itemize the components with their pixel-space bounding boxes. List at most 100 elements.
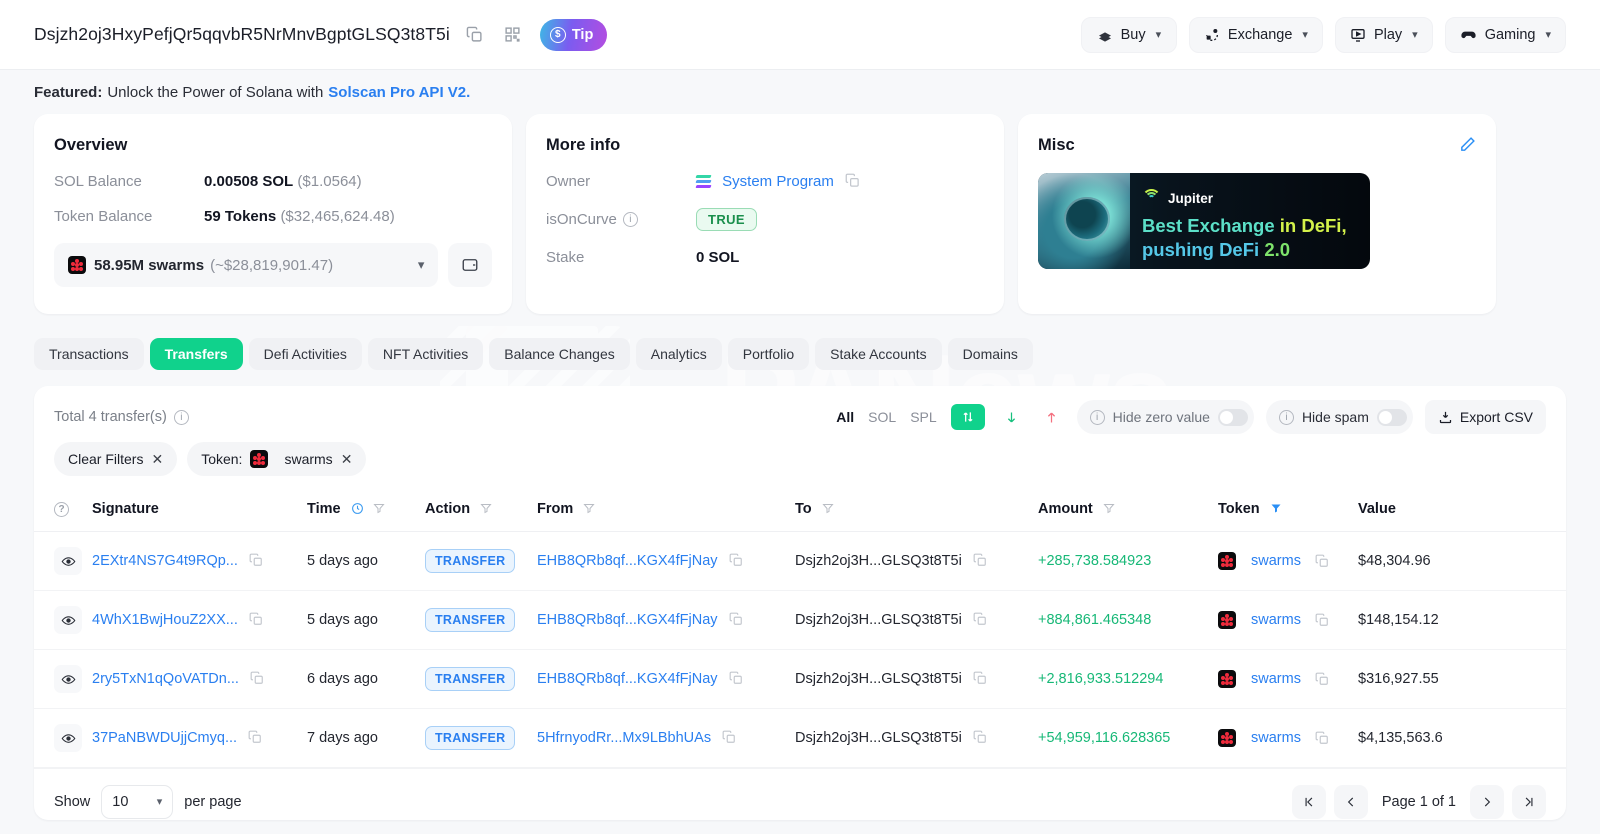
info-icon[interactable]: i: [173, 409, 189, 425]
copy-icon[interactable]: [729, 671, 743, 686]
arrow-down-icon[interactable]: [999, 404, 1025, 430]
row-value: $148,154.12: [1358, 590, 1566, 650]
copy-icon[interactable]: [1315, 613, 1329, 628]
wallet-button[interactable]: [448, 243, 492, 287]
copy-icon[interactable]: [248, 730, 262, 745]
signature-link[interactable]: 2EXtr4NS7G4t9RQp...: [92, 553, 238, 569]
copy-icon[interactable]: [250, 671, 264, 686]
tab-analytics[interactable]: Analytics: [635, 338, 722, 370]
copy-icon[interactable]: [973, 671, 987, 686]
qr-code-icon[interactable]: [500, 22, 526, 48]
copy-icon[interactable]: [1315, 554, 1329, 569]
page-size-select[interactable]: 10 ▾: [101, 784, 174, 819]
play-button[interactable]: Play ▾: [1334, 16, 1433, 53]
from-address-link[interactable]: EHB8QRb8qf...KGX4fFjNay: [537, 553, 718, 569]
arrow-up-icon[interactable]: [1039, 404, 1065, 430]
filter-icon[interactable]: [822, 502, 834, 516]
token-filter-chip[interactable]: Token: swarms ✕: [187, 442, 367, 476]
close-icon[interactable]: ✕: [341, 451, 353, 468]
tab-stake-accounts[interactable]: Stake Accounts: [815, 338, 942, 370]
token-selector[interactable]: 58.95M swarms (~$28,819,901.47) ▾: [54, 243, 439, 287]
filter-icon[interactable]: [480, 502, 492, 516]
table-row[interactable]: 4WhX1BwjHouZ2XX... 5 days ago TRANSFER E…: [34, 590, 1566, 650]
table-row[interactable]: 37PaNBWDUjjCmyq... 7 days ago TRANSFER 5…: [34, 708, 1566, 768]
sort-up-down-icon[interactable]: [950, 404, 985, 430]
segment-spl[interactable]: SPL: [910, 409, 936, 425]
row-signature: 2ry5TxN1qQoVATDn...: [92, 649, 307, 709]
row-value: $4,135,563.6: [1358, 708, 1566, 768]
signature-link[interactable]: 37PaNBWDUjjCmyq...: [92, 730, 237, 746]
segment-all[interactable]: All: [836, 409, 854, 425]
filter-icon[interactable]: [1103, 502, 1115, 516]
eye-icon[interactable]: [54, 665, 82, 693]
clear-filters-chip[interactable]: Clear Filters ✕: [54, 442, 178, 476]
tab-balance-changes[interactable]: Balance Changes: [489, 338, 630, 370]
row-time: 5 days ago: [307, 531, 425, 591]
tab-transactions[interactable]: Transactions: [34, 338, 144, 370]
copy-icon[interactable]: [973, 553, 987, 568]
copy-icon[interactable]: [462, 22, 488, 48]
token-link[interactable]: swarms: [1251, 671, 1301, 687]
copy-icon[interactable]: [722, 730, 736, 745]
clock-icon[interactable]: [351, 502, 367, 516]
info-icon[interactable]: i: [622, 212, 638, 227]
owner-link[interactable]: System Program: [722, 173, 834, 190]
eye-icon[interactable]: [54, 606, 82, 634]
next-page-button[interactable]: [1470, 784, 1504, 819]
filter-icon[interactable]: [373, 502, 385, 516]
filter-icon[interactable]: [583, 502, 595, 516]
to-address: Dsjzh2oj3H...GLSQ3t8T5i: [795, 730, 962, 746]
tab-transfers[interactable]: Transfers: [149, 338, 243, 370]
tab-defi-activities[interactable]: Defi Activities: [248, 338, 362, 370]
export-csv-button[interactable]: Export CSV: [1424, 400, 1546, 434]
table-row[interactable]: 2ry5TxN1qQoVATDn... 6 days ago TRANSFER …: [34, 649, 1566, 709]
close-icon[interactable]: ✕: [151, 451, 163, 468]
tip-button[interactable]: $ Tip: [539, 18, 608, 51]
exchange-button[interactable]: Exchange ▾: [1188, 16, 1323, 53]
segment-sol[interactable]: SOL: [868, 409, 896, 425]
eye-icon[interactable]: [54, 547, 82, 575]
first-page-button[interactable]: [1291, 784, 1326, 819]
hide-spam-toggle[interactable]: i Hide spam: [1265, 400, 1413, 434]
signature-link[interactable]: 2ry5TxN1qQoVATDn...: [92, 671, 239, 687]
last-page-button[interactable]: [1512, 784, 1546, 819]
hide-zero-value-label: Hide zero value: [1112, 409, 1210, 425]
token-balance-usd: ($32,465,624.48): [280, 208, 395, 225]
tab-portfolio[interactable]: Portfolio: [727, 338, 810, 370]
eye-icon[interactable]: [54, 724, 82, 752]
copy-icon[interactable]: [729, 612, 743, 627]
chevron-down-icon: ▾: [156, 796, 163, 808]
help-circle-icon[interactable]: ?: [54, 502, 69, 517]
copy-icon[interactable]: [1315, 731, 1329, 746]
token-selector-usd: (~$28,819,901.47): [210, 256, 334, 274]
token-link[interactable]: swarms: [1251, 612, 1301, 628]
tab-nft-activities[interactable]: NFT Activities: [367, 338, 484, 370]
gaming-button[interactable]: Gaming ▾: [1444, 16, 1566, 53]
copy-icon[interactable]: [1315, 672, 1329, 687]
prev-page-button[interactable]: [1333, 784, 1368, 819]
swarms-token-icon: [1218, 729, 1236, 747]
copy-icon[interactable]: [249, 553, 263, 568]
signature-link[interactable]: 4WhX1BwjHouZ2XX...: [92, 612, 238, 628]
from-address-link[interactable]: 5HfrnyodRr...Mx9LBbhUAs: [537, 730, 711, 746]
filter-icon-active[interactable]: [1270, 502, 1282, 516]
copy-icon[interactable]: [729, 553, 743, 568]
hide-zero-value-toggle[interactable]: i Hide zero value: [1076, 400, 1254, 434]
copy-icon[interactable]: [845, 173, 860, 189]
copy-icon[interactable]: [973, 730, 987, 745]
buy-button[interactable]: Buy ▾: [1080, 16, 1177, 53]
from-address-link[interactable]: EHB8QRb8qf...KGX4fFjNay: [537, 671, 718, 687]
toggle-switch[interactable]: [1217, 408, 1248, 426]
copy-icon[interactable]: [973, 612, 987, 627]
token-link[interactable]: swarms: [1251, 553, 1301, 569]
toggle-switch[interactable]: [1376, 408, 1407, 426]
table-row[interactable]: 2EXtr4NS7G4t9RQp... 5 days ago TRANSFER …: [34, 531, 1566, 591]
featured-link[interactable]: Solscan Pro API V2.: [328, 84, 470, 101]
jupiter-ad-banner[interactable]: Jupiter Best Exchange in DeFi, pushing D…: [1038, 173, 1370, 269]
pencil-edit-icon[interactable]: [1459, 136, 1476, 153]
token-link[interactable]: swarms: [1251, 730, 1301, 746]
info-icon: i: [1089, 409, 1105, 425]
tab-domains[interactable]: Domains: [947, 338, 1033, 370]
copy-icon[interactable]: [249, 612, 263, 627]
from-address-link[interactable]: EHB8QRb8qf...KGX4fFjNay: [537, 612, 718, 628]
